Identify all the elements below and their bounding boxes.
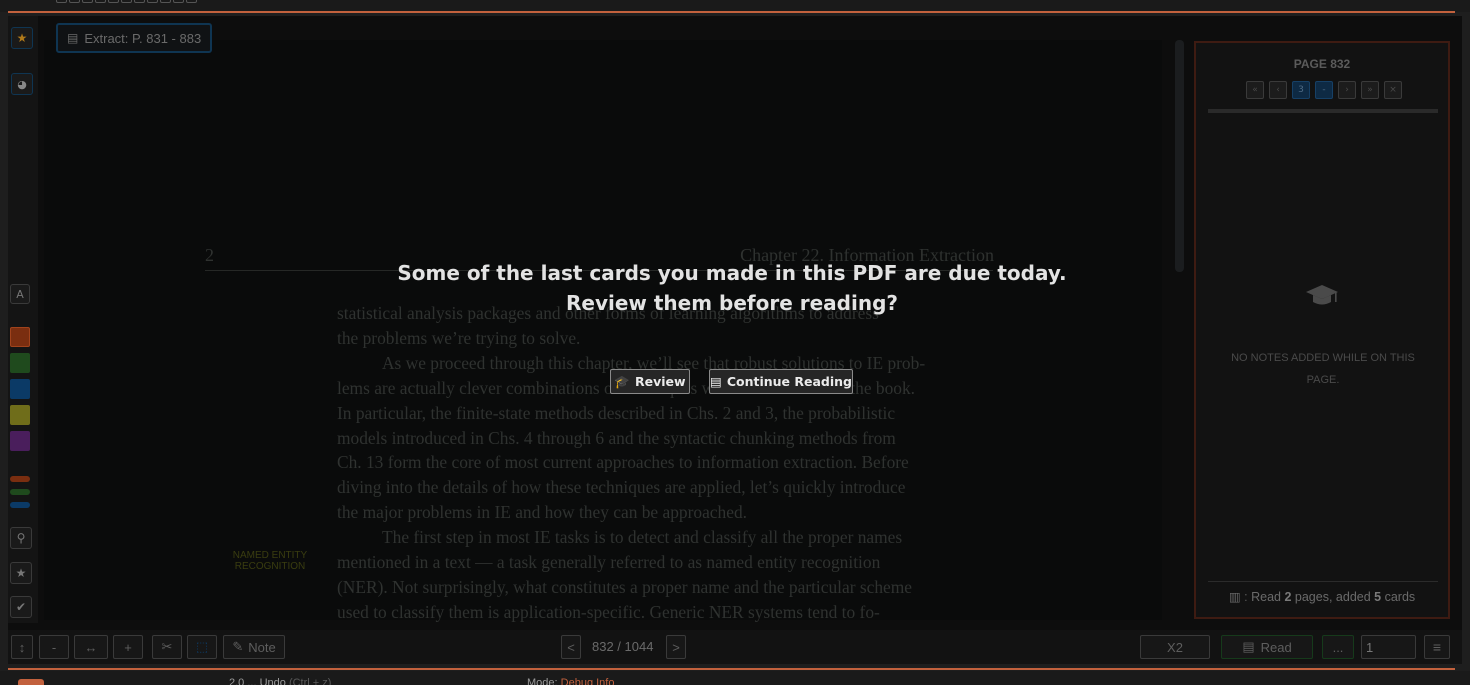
review-prompt: Some of the last cards you made in this … — [380, 258, 1084, 318]
more-button[interactable]: ... — [1322, 635, 1354, 659]
footer-undo-label: 2.0 ... Undo — [229, 677, 286, 685]
color-swatch-green[interactable] — [10, 353, 30, 373]
footer-mode-value[interactable]: Debug Info — [561, 677, 615, 685]
no-notes-line: NO NOTES ADDED WHILE ON THIS — [1231, 352, 1415, 364]
page-jump-input[interactable]: 1 — [1361, 635, 1416, 659]
pager-next-button[interactable]: › — [1338, 81, 1356, 99]
scissors-icon[interactable]: ✂ — [152, 635, 182, 659]
pager-first-button[interactable]: « — [1246, 81, 1264, 99]
area-select-icon[interactable]: ⬚ — [187, 635, 217, 659]
panel-pager: « ‹ 3 - › » × — [1246, 81, 1402, 99]
note-button-label: Note — [248, 639, 276, 655]
footer-mode: Mode: Debug Info — [527, 677, 614, 685]
color-swatch-purple[interactable] — [10, 431, 30, 451]
zoom-in-button[interactable]: + — [113, 635, 143, 659]
reading-stats: ▥ : Read 2 pages, added 5 cards — [1228, 590, 1416, 604]
top-tab-squares — [56, 0, 197, 4]
pager-prev-button[interactable]: ‹ — [1269, 81, 1287, 99]
stats-mid: pages, added — [1294, 590, 1371, 604]
pdf-line: used to classify them is application-spe… — [337, 601, 880, 622]
pdf-line: diving into the details of how these tec… — [337, 477, 906, 498]
book-icon: ▤ — [710, 374, 722, 389]
mini-swatch-green[interactable] — [10, 489, 30, 495]
extract-range-tag[interactable]: ▤ Extract: P. 831 - 883 — [56, 23, 212, 53]
stats-prefix: Read — [1251, 590, 1281, 604]
vertical-fit-icon[interactable]: ↕ — [11, 635, 33, 659]
zoom-out-button[interactable]: - — [39, 635, 69, 659]
no-notes-message: NO NOTES ADDED WHILE ON THIS PAGE. — [1226, 347, 1420, 391]
review-button[interactable]: 🎓 Review — [610, 369, 690, 394]
book-icon: ▤ — [1242, 639, 1255, 654]
note-button[interactable]: ✎ Note — [223, 635, 285, 659]
read-button[interactable]: ▤ Read — [1221, 635, 1313, 659]
panel-divider — [1208, 109, 1438, 113]
color-swatch-red[interactable] — [10, 327, 30, 347]
panel-footer-divider — [1208, 581, 1438, 582]
pdf-margin-note: NAMED ENTITY RECOGNITION — [226, 550, 314, 572]
continue-reading-label: Continue Reading — [726, 374, 852, 389]
book-icon: ▤ — [67, 31, 79, 45]
text-tool-button[interactable]: A — [10, 284, 30, 304]
bar-chart-icon: ▥ — [1228, 590, 1241, 604]
pdf-line: mentioned in a text — a task generally r… — [337, 552, 881, 573]
app-logo-icon[interactable] — [18, 679, 44, 685]
mini-swatch-red[interactable] — [10, 476, 30, 482]
margin-note-line: RECOGNITION — [234, 561, 306, 572]
pdf-line: Ch. 13 form the core of most current app… — [337, 452, 909, 473]
star-icon[interactable]: ★ — [11, 27, 33, 49]
pdf-scrollbar[interactable] — [1175, 40, 1184, 272]
search-icon[interactable]: ⚲ — [10, 527, 32, 549]
check-icon[interactable]: ✔ — [10, 596, 32, 618]
footer-mode-label: Mode: — [527, 677, 558, 685]
speed-button[interactable]: X2 — [1140, 635, 1210, 659]
footer-strip: 2.0 ... Undo (Ctrl + z) Mode: Debug Info — [0, 671, 1470, 685]
continue-reading-button[interactable]: ▤ Continue Reading — [709, 369, 853, 394]
margin-note-line: NAMED ENTITY — [232, 550, 308, 561]
stats-suffix: cards — [1384, 590, 1416, 604]
pdf-line: the major problems in IE and how they ca… — [337, 502, 747, 523]
graduation-cap-icon — [1306, 285, 1338, 305]
review-prompt-line2: Review them before reading? — [566, 291, 898, 315]
menu-icon[interactable]: ≡ — [1424, 635, 1450, 659]
footer-undo[interactable]: 2.0 ... Undo (Ctrl + z) — [229, 677, 331, 685]
bookmark-star-icon[interactable]: ★ — [10, 562, 32, 584]
pager-collapse-button[interactable]: - — [1315, 81, 1333, 99]
mini-swatch-blue[interactable] — [10, 502, 30, 508]
notes-side-panel: PAGE 832 « ‹ 3 - › » × NO NOTES ADDED WH… — [1194, 41, 1450, 619]
read-button-label: Read — [1260, 639, 1292, 655]
review-button-label: Review — [635, 374, 686, 389]
pager-current-button[interactable]: 3 — [1292, 81, 1310, 99]
graduation-cap-icon: 🎓 — [614, 373, 630, 389]
pdf-header-page-number: 2 — [205, 245, 214, 265]
color-swatch-blue[interactable] — [10, 379, 30, 399]
globe-icon[interactable]: ◕ — [11, 73, 33, 95]
app-window: ★ ◕ A ⚲ ★ ✔ ▤ Extract: P. 831 - 883 2 Ch… — [0, 0, 1470, 685]
review-prompt-line1: Some of the last cards you made in this … — [397, 261, 1067, 285]
page-counter: 832 / 1044 — [592, 639, 654, 654]
pencil-icon: ✎ — [232, 639, 244, 654]
stats-cards: 5 — [1374, 590, 1382, 604]
pdf-line: In particular, the finite-state methods … — [337, 402, 896, 423]
pdf-line: The first step in most IE tasks is to de… — [382, 527, 903, 548]
pager-last-button[interactable]: » — [1361, 81, 1379, 99]
stats-pages: 2 — [1284, 590, 1292, 604]
top-orange-divider — [8, 11, 1455, 13]
next-page-button[interactable]: > — [666, 635, 686, 659]
pager-close-button[interactable]: × — [1384, 81, 1402, 99]
pdf-body: statistical analysis packages and other … — [337, 301, 997, 625]
bottom-orange-divider — [8, 668, 1455, 670]
extract-range-label: Extract: P. 831 - 883 — [84, 30, 202, 46]
footer-undo-hint: (Ctrl + z) — [288, 677, 332, 685]
prev-page-button[interactable]: < — [561, 635, 581, 659]
no-notes-line: PAGE. — [1306, 374, 1340, 386]
color-swatch-yellow[interactable] — [10, 405, 30, 425]
pdf-line: the problems we’re trying to solve. — [337, 327, 581, 348]
pdf-line: models introduced in Chs. 4 through 6 an… — [337, 427, 896, 448]
panel-page-title: PAGE 832 — [1293, 57, 1351, 71]
pdf-line: (NER). Not surprisingly, what constitute… — [337, 576, 913, 597]
fit-width-button[interactable]: ↔ — [74, 635, 108, 659]
